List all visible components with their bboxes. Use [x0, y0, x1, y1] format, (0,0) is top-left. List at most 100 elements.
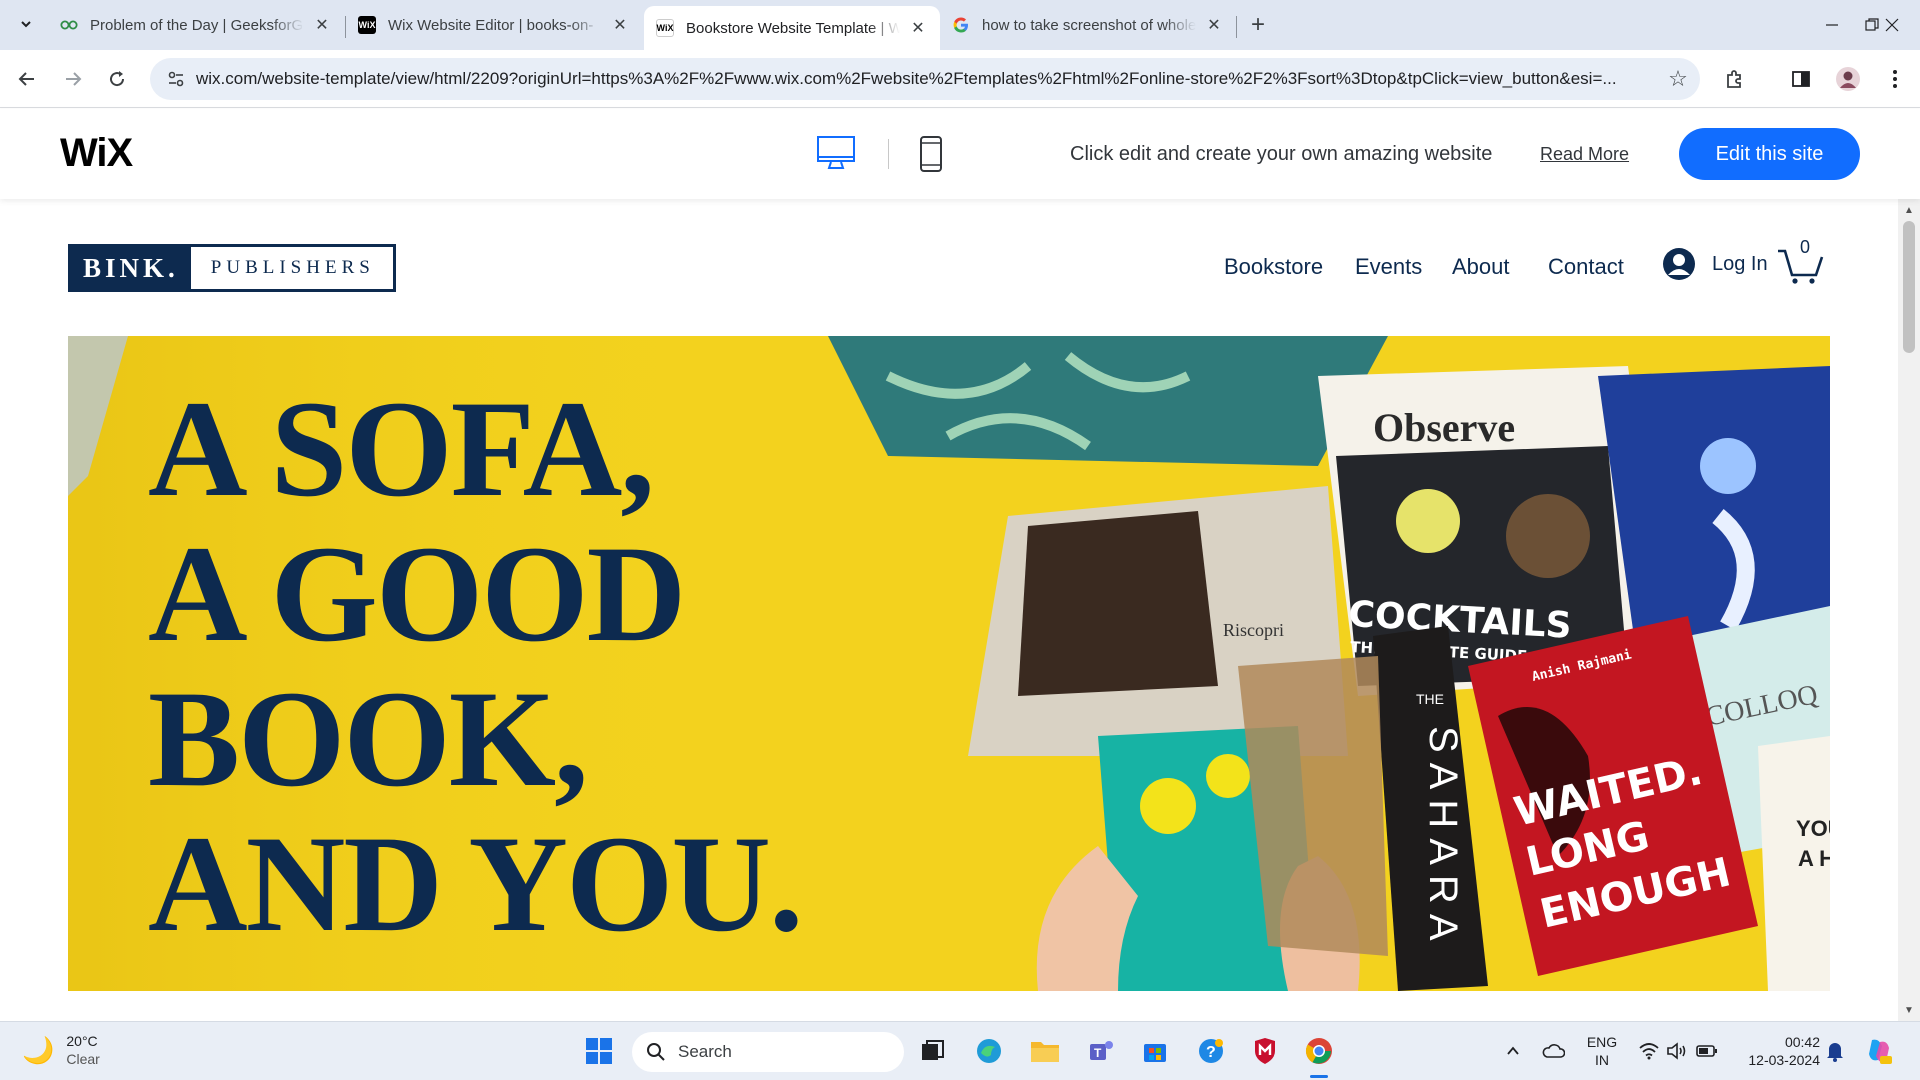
user-icon	[1663, 248, 1695, 280]
volume-status[interactable]	[1660, 1034, 1694, 1068]
cart-button[interactable]: 0	[1776, 237, 1824, 285]
more-vertical-icon	[1893, 70, 1897, 88]
site-preview: BINK. PUBLISHERS Bookstore Events About …	[0, 199, 1898, 1021]
side-panel-icon	[1792, 71, 1810, 87]
reload-button[interactable]	[102, 64, 132, 94]
chrome-button[interactable]	[1302, 1034, 1336, 1068]
wifi-icon	[1639, 1043, 1659, 1060]
file-explorer-button[interactable]	[1028, 1034, 1062, 1068]
scroll-down-icon[interactable]: ▼	[1904, 1005, 1914, 1016]
close-icon[interactable]: ✕	[908, 18, 928, 38]
back-button[interactable]	[12, 64, 42, 94]
plus-icon: +	[1250, 11, 1265, 38]
page-scrollbar[interactable]: ▲ ▼	[1898, 199, 1920, 1021]
search-icon	[647, 1043, 665, 1061]
close-window-button[interactable]	[1872, 10, 1912, 40]
teams-icon: T	[1090, 1041, 1113, 1060]
login-button[interactable]: Log In	[1662, 247, 1768, 281]
minimize-icon	[1826, 24, 1838, 26]
geeksforgeeks-icon	[60, 16, 78, 34]
chevron-up-icon	[1507, 1046, 1519, 1055]
close-icon[interactable]: ✕	[1204, 15, 1224, 35]
wix-icon: WiX	[358, 16, 376, 34]
google-icon	[952, 16, 970, 34]
profile-avatar[interactable]	[1833, 64, 1863, 94]
clock-time: 00:42	[1784, 1034, 1820, 1050]
tab-separator	[1236, 16, 1237, 38]
mcafee-button[interactable]	[1248, 1034, 1282, 1068]
nav-contact[interactable]: Contact	[1548, 254, 1624, 280]
tab-search-dropdown-button[interactable]	[12, 10, 40, 38]
desktop-view-button[interactable]	[816, 135, 856, 171]
you-text: YOU	[1796, 816, 1830, 841]
tab-title: Bookstore Website Template | Wix	[686, 19, 900, 37]
chrome-active-indicator	[1310, 1075, 1328, 1078]
magazine-text: Riscopri	[1223, 620, 1284, 640]
notifications-button[interactable]	[1818, 1034, 1852, 1068]
wix-tagline: Click edit and create your own amazing w…	[1070, 143, 1493, 165]
device-separator	[888, 139, 889, 169]
browser-menu-button[interactable]	[1880, 64, 1910, 94]
wix-logo[interactable]: WiX	[60, 131, 133, 176]
tab-bookstore-template[interactable]: WiX Bookstore Website Template | Wix ✕	[644, 6, 940, 50]
read-more-link[interactable]: Read More	[1540, 144, 1629, 165]
battery-status[interactable]	[1690, 1034, 1724, 1068]
scroll-up-icon[interactable]: ▲	[1904, 205, 1914, 216]
input-language[interactable]: ENG IN	[1582, 1033, 1622, 1069]
extensions-button[interactable]	[1720, 64, 1750, 94]
copilot-button[interactable]	[1862, 1034, 1896, 1068]
close-icon[interactable]: ✕	[312, 15, 332, 35]
bookmark-star-icon[interactable]: ☆	[1656, 66, 1700, 92]
windows-icon	[586, 1038, 612, 1064]
help-app-button[interactable]: ?	[1194, 1034, 1228, 1068]
desktop-icon	[817, 136, 855, 169]
tab-title: Wix Website Editor | books-on-	[388, 16, 594, 34]
bell-icon	[1827, 1043, 1843, 1062]
scrollbar-thumb[interactable]	[1903, 221, 1915, 353]
url-text[interactable]: wix.com/website-template/view/html/2209?…	[196, 69, 1656, 89]
close-icon[interactable]: ✕	[610, 15, 630, 35]
wix-icon: WiX	[656, 19, 674, 37]
address-bar[interactable]: wix.com/website-template/view/html/2209?…	[150, 58, 1700, 100]
chrome-icon	[1305, 1038, 1332, 1064]
site-settings-icon[interactable]	[156, 70, 196, 88]
lang-code: ENG	[1586, 1034, 1618, 1050]
taskbar-search[interactable]: Search	[632, 1032, 904, 1072]
windows-taskbar: 🌙 20°C Clear Search T ? ENG IN 00:42 12-…	[0, 1021, 1920, 1080]
clock-date: 12-03-2024	[1748, 1052, 1820, 1068]
edit-this-site-button[interactable]: Edit this site	[1679, 128, 1860, 180]
onedrive-button[interactable]	[1536, 1034, 1570, 1068]
folder-icon	[1031, 1042, 1059, 1062]
clock[interactable]: 00:42 12-03-2024	[1734, 1033, 1820, 1069]
puzzle-icon	[1727, 70, 1741, 88]
start-button[interactable]	[582, 1034, 616, 1068]
site-logo[interactable]: BINK. PUBLISHERS	[68, 244, 396, 292]
tab-google-search[interactable]: how to take screenshot of whole ✕	[940, 6, 1236, 44]
edge-button[interactable]	[972, 1034, 1006, 1068]
nav-about[interactable]: About	[1452, 254, 1510, 280]
tab-wix-editor[interactable]: WiX Wix Website Editor | books-on- ✕	[346, 6, 642, 44]
cloud-icon	[1542, 1044, 1565, 1058]
weather-widget[interactable]: 🌙 20°C Clear	[22, 1032, 100, 1068]
hero-line: BOOK,	[148, 662, 589, 815]
forward-button[interactable]	[58, 64, 88, 94]
mcafee-shield-icon	[1255, 1038, 1275, 1064]
minimize-button[interactable]	[1812, 10, 1852, 40]
nav-events[interactable]: Events	[1355, 254, 1422, 280]
microsoft-store-button[interactable]	[1138, 1034, 1172, 1068]
observe-title: Observe	[1373, 405, 1515, 450]
task-view-icon	[922, 1040, 944, 1060]
tab-title: Problem of the Day | GeeksforGeeks	[90, 16, 304, 34]
nav-bookstore[interactable]: Bookstore	[1224, 254, 1323, 280]
new-tab-button[interactable]: +	[1244, 11, 1272, 39]
tab-geeksforgeeks[interactable]: Problem of the Day | GeeksforGeeks ✕	[48, 6, 344, 44]
cart-count: 0	[1800, 237, 1811, 257]
teams-button[interactable]: T	[1084, 1034, 1118, 1068]
brand-bink: BINK.	[71, 247, 191, 289]
mobile-icon	[920, 136, 942, 172]
sahara-the: THE	[1416, 691, 1444, 707]
show-hidden-icons-button[interactable]	[1496, 1034, 1530, 1068]
task-view-button[interactable]	[916, 1034, 950, 1068]
mobile-view-button[interactable]	[918, 135, 944, 173]
side-panel-button[interactable]	[1786, 64, 1816, 94]
